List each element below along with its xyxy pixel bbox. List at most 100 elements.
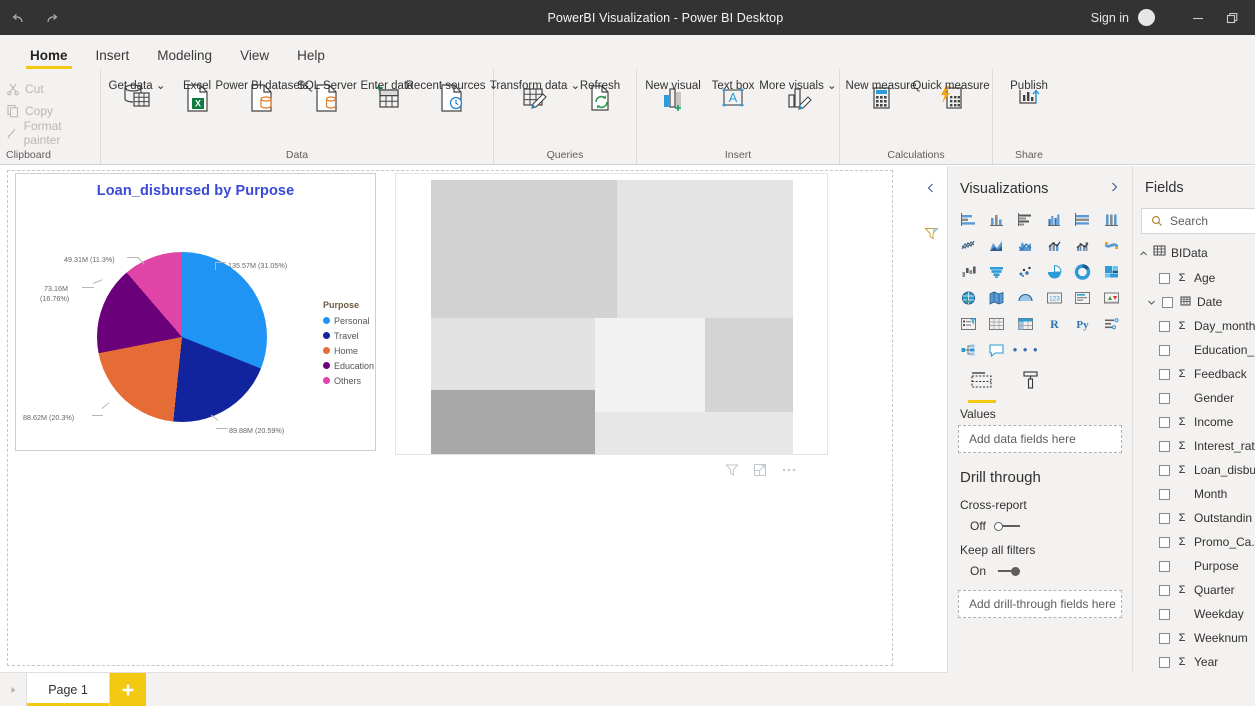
- publish-button[interactable]: Publish: [999, 75, 1059, 118]
- kpi-icon[interactable]: [1097, 286, 1126, 310]
- ribbon-tab-modeling[interactable]: Modeling: [143, 48, 226, 70]
- get-data-button[interactable]: Get data ⌄: [107, 75, 167, 118]
- minimize-button[interactable]: [1181, 0, 1215, 35]
- fields-tab[interactable]: [968, 370, 996, 403]
- field-checkbox[interactable]: [1159, 584, 1170, 596]
- field-row-quarter[interactable]: Σ Quarter: [1133, 578, 1255, 602]
- filter-icon[interactable]: [725, 463, 739, 477]
- field-row-outstanding[interactable]: Σ Outstandin: [1133, 506, 1255, 530]
- stacked-column-chart-icon[interactable]: [983, 208, 1012, 232]
- ribbon-tab-view[interactable]: View: [226, 48, 283, 70]
- sql-server-button[interactable]: SQL Server: [297, 75, 357, 118]
- field-checkbox[interactable]: [1159, 632, 1170, 644]
- field-checkbox[interactable]: [1159, 464, 1170, 476]
- restore-button[interactable]: [1215, 0, 1249, 35]
- field-checkbox[interactable]: [1159, 392, 1170, 404]
- line-stacked-column-chart-icon[interactable]: [1040, 234, 1069, 258]
- ribbon-tab-home[interactable]: Home: [16, 48, 82, 70]
- field-checkbox[interactable]: [1159, 512, 1170, 524]
- keep-all-filters-toggle[interactable]: [994, 565, 1022, 577]
- cross-report-toggle-row[interactable]: Off: [948, 514, 1132, 539]
- ribbon-tab-insert[interactable]: Insert: [82, 48, 144, 70]
- card-icon[interactable]: 123: [1040, 286, 1069, 310]
- field-row-day-month[interactable]: Σ Day_month: [1133, 314, 1255, 338]
- filters-pane-collapsed[interactable]: Filters: [915, 166, 969, 672]
- field-row-date[interactable]: Date: [1133, 290, 1255, 314]
- values-drop-zone[interactable]: Add data fields here: [958, 425, 1122, 453]
- key-influencers-icon[interactable]: [1097, 312, 1126, 336]
- cross-report-toggle[interactable]: [993, 520, 1022, 532]
- table-icon[interactable]: [983, 312, 1012, 336]
- legend-item-personal[interactable]: Personal: [323, 313, 389, 328]
- azure-map-icon[interactable]: [1011, 286, 1040, 310]
- area-chart-icon[interactable]: [983, 234, 1012, 258]
- field-checkbox[interactable]: [1159, 608, 1170, 620]
- pie-chart-icon[interactable]: [1040, 260, 1069, 284]
- legend-item-home[interactable]: Home: [323, 343, 389, 358]
- empty-visual-placeholder[interactable]: [395, 173, 828, 476]
- quick-measure-button[interactable]: Quick measure: [912, 75, 990, 118]
- qa-visual-icon[interactable]: [983, 338, 1012, 362]
- new-measure-button[interactable]: New measure: [846, 75, 916, 118]
- legend-item-education[interactable]: Education: [323, 358, 389, 373]
- chevron-up-icon[interactable]: [1139, 249, 1148, 258]
- scatter-chart-icon[interactable]: [1011, 260, 1040, 284]
- account-avatar-icon[interactable]: [1138, 9, 1155, 26]
- waterfall-chart-icon[interactable]: [954, 260, 983, 284]
- redo-icon[interactable]: [42, 9, 60, 27]
- focus-mode-icon[interactable]: [753, 463, 767, 477]
- field-checkbox[interactable]: [1159, 536, 1170, 548]
- field-checkbox[interactable]: [1162, 296, 1173, 308]
- refresh-button[interactable]: Refresh: [570, 75, 630, 118]
- ribbon-tab-help[interactable]: Help: [283, 48, 339, 70]
- new-visual-button[interactable]: New visual: [643, 75, 703, 118]
- fields-search-input[interactable]: Search: [1141, 208, 1255, 234]
- funnel-chart-icon[interactable]: [983, 260, 1012, 284]
- field-row-loan-disbursed[interactable]: Σ Loan_disbu: [1133, 458, 1255, 482]
- more-visuals-button[interactable]: More visuals ⌄: [759, 75, 837, 118]
- undo-icon[interactable]: [10, 9, 28, 27]
- stacked-bar-chart-icon[interactable]: [954, 208, 983, 232]
- field-row-weeknum[interactable]: Σ Weeknum: [1133, 626, 1255, 650]
- legend-item-travel[interactable]: Travel: [323, 328, 389, 343]
- field-checkbox[interactable]: [1159, 440, 1170, 452]
- ribbon-chart-icon[interactable]: [1097, 234, 1126, 258]
- recent-sources-button[interactable]: Recent sources ⌄: [406, 75, 498, 118]
- drill-through-drop-zone[interactable]: Add drill-through fields here: [958, 590, 1122, 618]
- field-checkbox[interactable]: [1159, 560, 1170, 572]
- page-next-icon[interactable]: [0, 673, 26, 706]
- field-row-gender[interactable]: Gender: [1133, 386, 1255, 410]
- add-page-button[interactable]: [110, 673, 146, 706]
- fields-table-bidata[interactable]: BIData: [1133, 234, 1255, 266]
- field-checkbox[interactable]: [1159, 488, 1170, 500]
- matrix-icon[interactable]: [1011, 312, 1040, 336]
- more-options-icon[interactable]: [781, 463, 797, 477]
- field-checkbox[interactable]: [1159, 368, 1170, 380]
- transform-data-button[interactable]: Transform data ⌄: [490, 75, 580, 118]
- page-tab-page-1[interactable]: Page 1: [26, 673, 110, 706]
- legend-item-others[interactable]: Others: [323, 373, 389, 388]
- field-checkbox[interactable]: [1159, 272, 1170, 284]
- field-row-interest-rate[interactable]: Σ Interest_rat: [1133, 434, 1255, 458]
- report-page-canvas[interactable]: Loan_disbursed by Purpose 135.57M (31.05…: [7, 170, 893, 666]
- stacked-area-chart-icon[interactable]: [1011, 234, 1040, 258]
- field-row-year[interactable]: Σ Year: [1133, 650, 1255, 672]
- field-checkbox[interactable]: [1159, 344, 1170, 356]
- field-checkbox[interactable]: [1159, 416, 1170, 428]
- powerbi-datasets-button[interactable]: Power BI datasets: [215, 75, 309, 118]
- field-row-weekday[interactable]: Weekday: [1133, 602, 1255, 626]
- chevron-left-icon[interactable]: [925, 181, 937, 199]
- text-box-button[interactable]: A Text box: [703, 75, 763, 118]
- pie-chart-visual[interactable]: Loan_disbursed by Purpose 135.57M (31.05…: [15, 173, 376, 451]
- treemap-icon[interactable]: [1097, 260, 1126, 284]
- format-tab[interactable]: [1020, 370, 1042, 403]
- field-row-month[interactable]: Month: [1133, 482, 1255, 506]
- pie-chart-disc[interactable]: [97, 252, 267, 422]
- python-visual-icon[interactable]: Py: [1069, 312, 1098, 336]
- field-checkbox[interactable]: [1159, 320, 1170, 332]
- field-row-purpose[interactable]: Purpose: [1133, 554, 1255, 578]
- filter-icon[interactable]: [924, 226, 939, 246]
- clustered-column-chart-icon[interactable]: [1040, 208, 1069, 232]
- multi-row-card-icon[interactable]: [1069, 286, 1098, 310]
- sign-in-button[interactable]: Sign in: [1091, 11, 1129, 25]
